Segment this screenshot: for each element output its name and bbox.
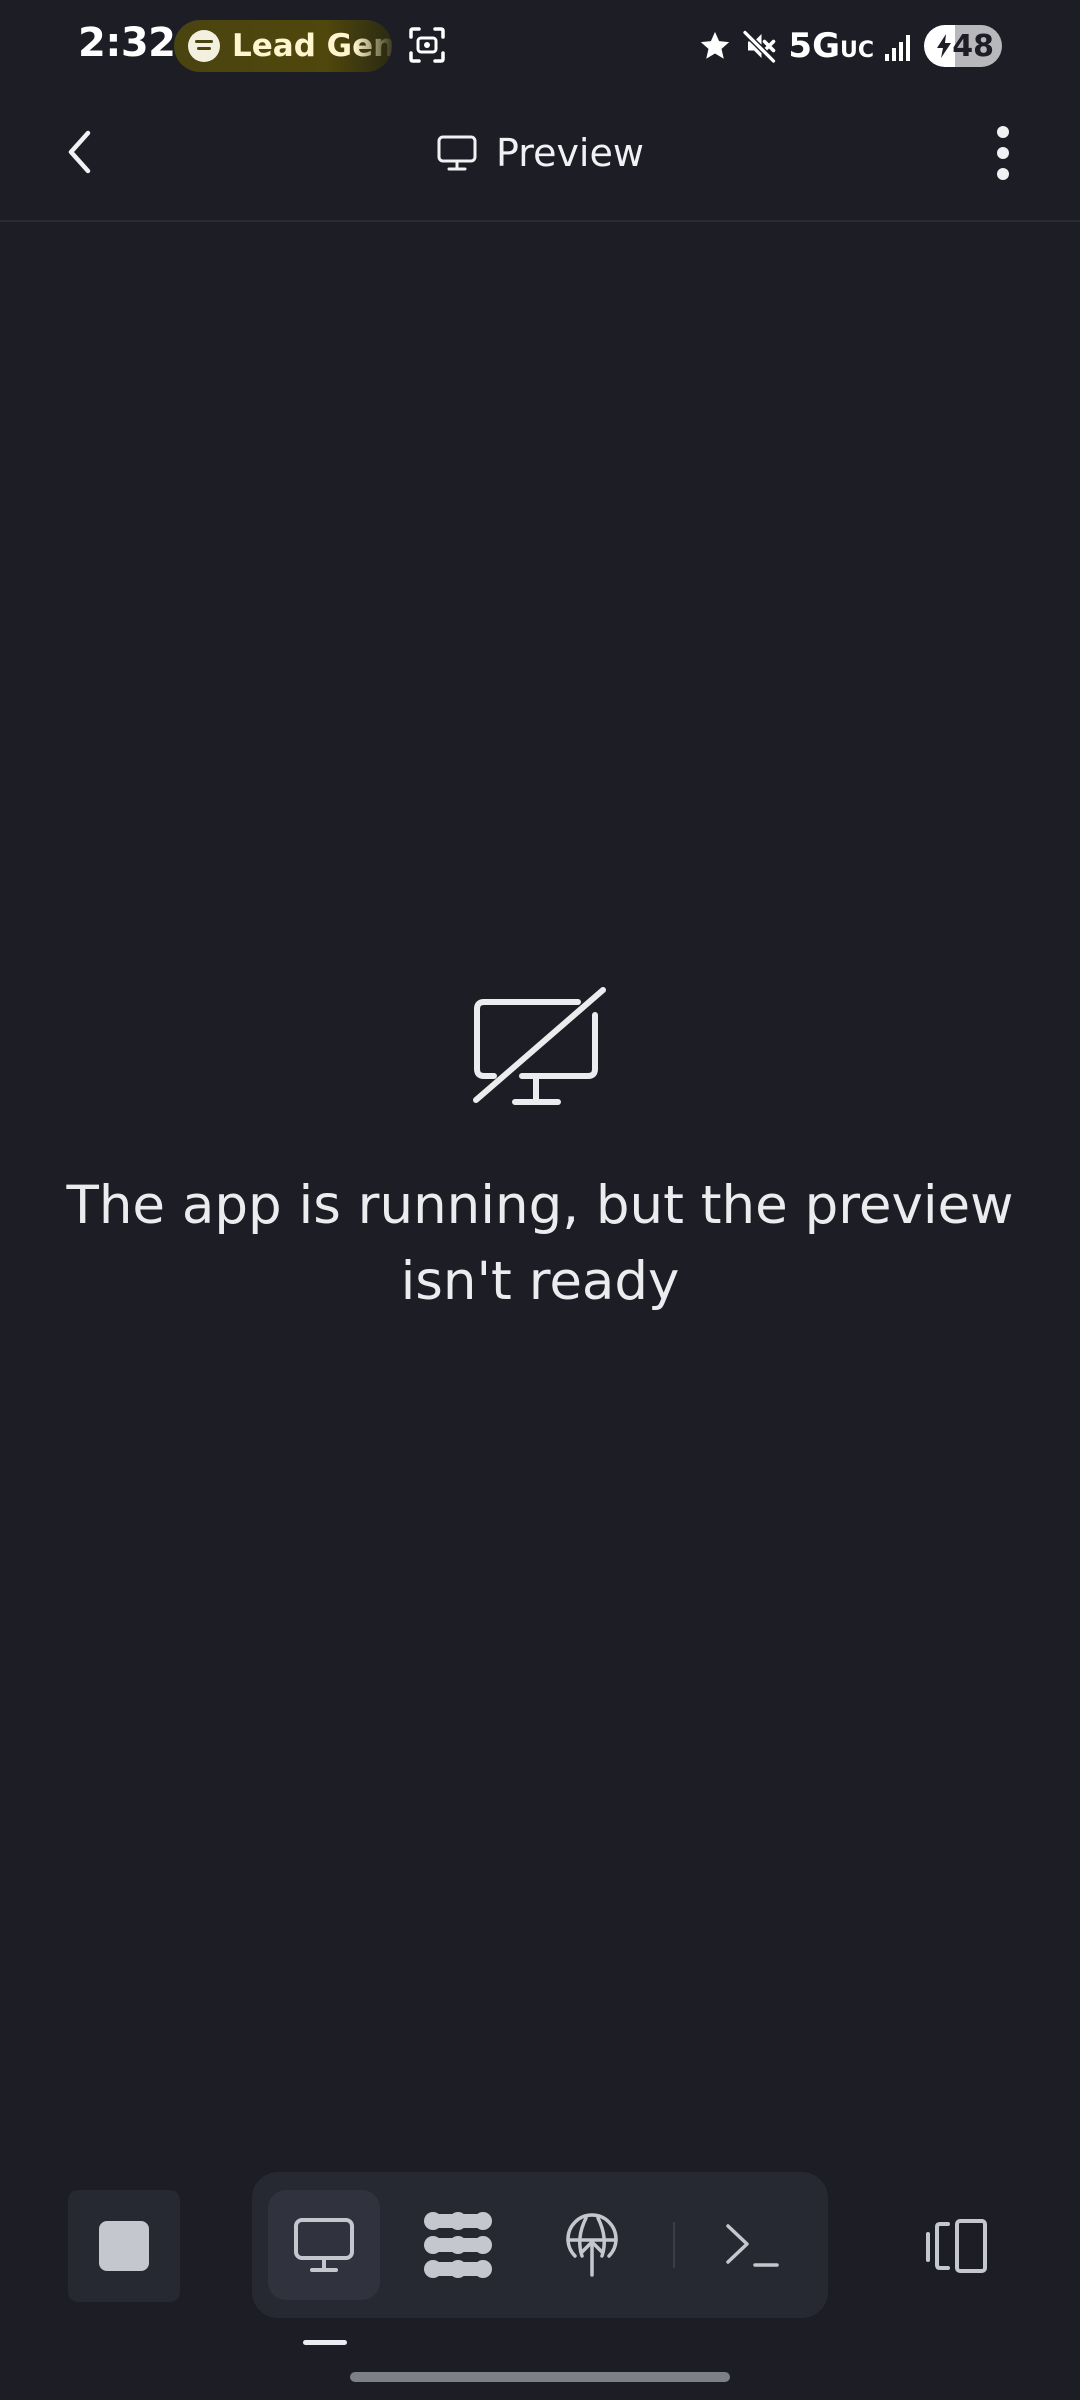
- bottom-tool-group: [252, 2172, 828, 2318]
- toolbar-divider: [673, 2222, 675, 2268]
- top-app-bar: Preview: [0, 92, 1080, 222]
- battery-charging-icon: [937, 34, 951, 58]
- monitor-off-icon: [473, 987, 606, 1105]
- status-bar: 2:32 Lead Gen 5GUC 48: [0, 0, 1080, 92]
- battery-indicator: 48: [924, 25, 1002, 67]
- battery-level: 48: [952, 28, 994, 64]
- page-title-label: Preview: [496, 131, 644, 175]
- page-title: Preview: [0, 120, 1080, 186]
- status-right: 5GUC 48: [698, 22, 1002, 70]
- home-indicator[interactable]: [350, 2372, 730, 2382]
- signal-icon: [885, 35, 910, 61]
- more-options-button[interactable]: [978, 120, 1028, 186]
- monitor-icon: [294, 2218, 354, 2272]
- network-type: 5GUC: [788, 26, 874, 66]
- active-tab-indicator: [303, 2340, 347, 2345]
- stop-button[interactable]: [68, 2190, 180, 2302]
- terminal-icon: [726, 2224, 779, 2267]
- more-vertical-icon: [997, 126, 1009, 180]
- status-time: 2:32: [78, 20, 176, 66]
- media-pill-label: Lead Gen: [232, 28, 392, 64]
- monitor-icon: [437, 135, 477, 171]
- tab-workflow[interactable]: [402, 2190, 514, 2300]
- tab-deploy[interactable]: [536, 2190, 648, 2300]
- spotify-icon: [188, 30, 220, 62]
- layout-toggle-icon: [926, 2219, 987, 2273]
- tab-console[interactable]: [696, 2190, 808, 2300]
- tab-preview[interactable]: [268, 2190, 380, 2300]
- nodes-icon: [424, 2212, 492, 2278]
- mute-icon: [743, 30, 777, 64]
- star-icon: [701, 31, 730, 59]
- preview-empty-state: The app is running, but the preview isn'…: [0, 985, 1080, 1320]
- screen-record-icon: [409, 27, 445, 63]
- preview-status-message: The app is running, but the preview isn'…: [66, 1175, 1014, 1312]
- layout-toggle-button[interactable]: [902, 2190, 1012, 2302]
- stop-icon: [99, 2221, 149, 2271]
- media-pill[interactable]: Lead Gen: [174, 20, 392, 72]
- app-screen: 2:32 Lead Gen 5GUC 48 Preview The app is…: [0, 0, 1080, 2400]
- globe-upload-icon: [566, 2213, 618, 2277]
